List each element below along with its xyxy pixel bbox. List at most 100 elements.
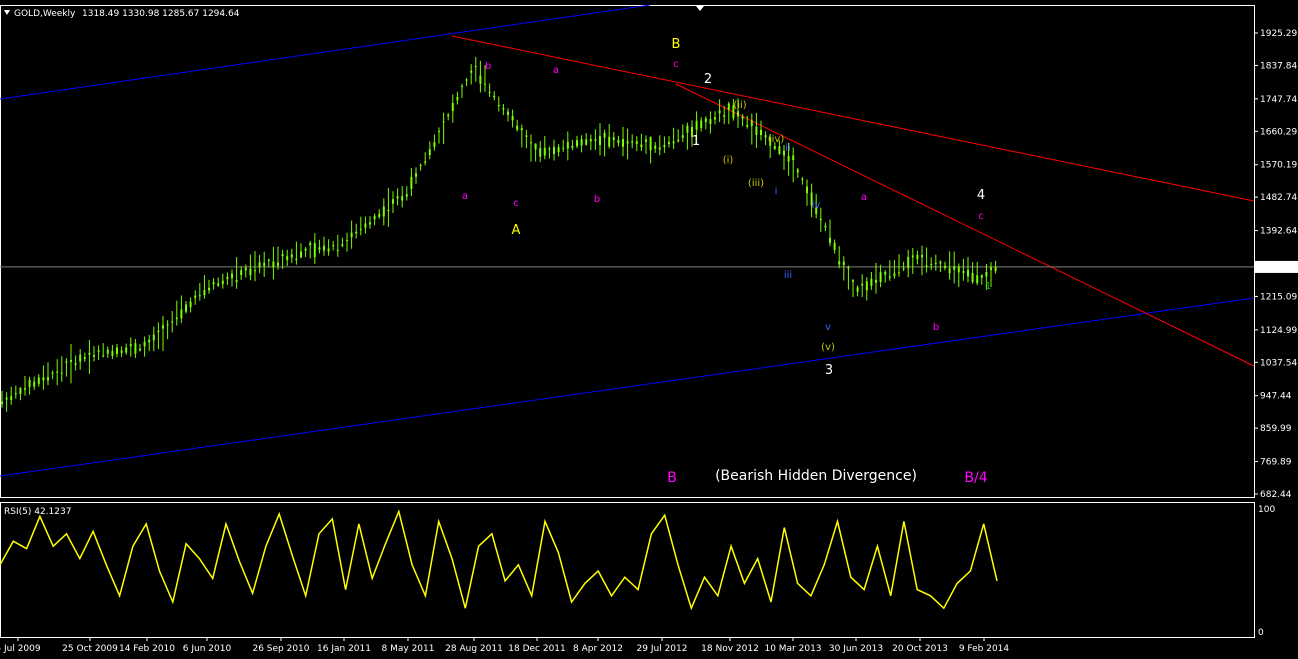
annotation-20: A	[512, 223, 521, 238]
channel-line-0	[0, 4, 651, 100]
candle-body	[718, 110, 721, 114]
candle-body	[304, 248, 307, 251]
annotation-17: a	[462, 191, 468, 202]
candle-body	[704, 118, 707, 123]
annotation-7: (i)	[723, 155, 734, 166]
candle-body	[617, 139, 620, 143]
candle-body	[907, 256, 910, 269]
candle-body	[980, 275, 983, 278]
annotation-14: 3	[825, 363, 833, 378]
candle-body	[208, 287, 210, 291]
trend-lines	[451, 35, 1255, 367]
candle-body	[28, 379, 31, 388]
candle-body	[359, 229, 362, 231]
candle-body	[180, 309, 183, 319]
candle-body	[635, 141, 638, 144]
candle-body	[553, 146, 555, 154]
candle-body	[663, 145, 666, 147]
candle-body	[290, 254, 293, 258]
candle-body	[373, 215, 376, 220]
candle-body	[51, 372, 54, 374]
candle-body	[410, 176, 413, 189]
candle-body	[534, 143, 537, 150]
candle-body	[511, 115, 514, 121]
candle-body	[419, 165, 422, 167]
candle-body	[70, 359, 72, 362]
annotation-22: b	[933, 322, 939, 333]
candle-body	[470, 70, 473, 73]
candle-body	[502, 108, 505, 110]
channel-line-1	[0, 297, 1255, 477]
candle-body	[654, 145, 657, 149]
candle-body	[976, 275, 979, 284]
candle-body	[231, 273, 233, 279]
annotation-27: (Bearish Hidden Divergence)	[715, 468, 917, 484]
candle-body	[686, 125, 689, 133]
candle-body	[129, 344, 132, 347]
candle-body	[254, 270, 256, 272]
candle-body	[116, 347, 118, 354]
rsi-label: RSI(5) 42.1237	[4, 507, 71, 517]
date-tick-14: 20 Oct 2013	[892, 644, 948, 654]
shift-marker-icon[interactable]	[696, 6, 704, 11]
candle-body	[401, 196, 404, 201]
candle-body	[488, 91, 491, 93]
chart-canvas: Bc 2 (ii) 1 (iv)ii (i) (iii) i iv iii v (v) 3 b a a c b Aa…	[0, 4, 1298, 654]
price-tick-2: 1747.74	[1260, 95, 1297, 105]
candle-body	[369, 222, 371, 225]
candle-body	[185, 304, 187, 312]
candle-body	[796, 169, 799, 173]
candle-body	[622, 139, 624, 147]
menu-triangle-icon[interactable]	[4, 10, 10, 15]
candle-body	[162, 325, 164, 329]
candle-body	[530, 142, 532, 144]
candle-body	[125, 347, 128, 353]
candle-body	[60, 372, 63, 374]
candle-body	[152, 334, 155, 341]
candle-body	[723, 115, 726, 117]
candle-body	[171, 321, 174, 323]
candle-body	[985, 272, 988, 277]
candle-body	[244, 267, 247, 271]
price-tick-14: 682.44	[1260, 490, 1292, 500]
candle-body	[392, 199, 394, 204]
candle-body	[83, 357, 86, 359]
candle-body	[350, 232, 353, 238]
candle-body	[33, 381, 36, 387]
candle-body	[79, 354, 82, 362]
date-tick-8: 18 Dec 2011	[508, 644, 566, 654]
date-tick-1: 25 Oct 2009	[62, 644, 118, 654]
candle-body	[327, 248, 330, 252]
annotation-28: B/4	[964, 470, 987, 486]
candle-body	[111, 351, 114, 356]
candle-body	[971, 273, 974, 283]
candle-body	[378, 213, 381, 217]
rsi-tick-100: 100	[1258, 505, 1275, 515]
candle-body	[474, 66, 477, 68]
annotation-11: iii	[784, 270, 792, 281]
candle-body	[898, 272, 900, 274]
candle-body	[313, 243, 316, 257]
price-tick-1: 1837.84	[1260, 61, 1297, 71]
date-tick-2: 14 Feb 2010	[119, 644, 175, 654]
candle-body	[562, 147, 565, 149]
candle-body	[934, 262, 937, 264]
candle-body	[286, 256, 289, 261]
candle-body	[870, 278, 873, 286]
candle-body	[764, 134, 767, 138]
candle-body	[74, 363, 77, 366]
candle-body	[649, 137, 652, 151]
candle-body	[658, 147, 661, 150]
date-tick-5: 16 Jan 2011	[317, 644, 371, 654]
candle-body	[106, 349, 109, 354]
wave-annotations: Bc 2 (ii) 1 (iv)ii (i) (iii) i iv iii v (v) 3 b a a c b Aa…	[462, 37, 991, 486]
candle-body	[217, 283, 220, 286]
candle-body	[948, 268, 951, 274]
annotation-19: b	[594, 194, 600, 205]
candle-body	[741, 116, 744, 119]
candle-body	[157, 330, 160, 333]
annotation-0: B	[672, 37, 681, 52]
date-tick-11: 18 Nov 2012	[701, 644, 759, 654]
candle-body	[97, 350, 100, 352]
date-tick-12: 10 Mar 2013	[764, 644, 821, 654]
